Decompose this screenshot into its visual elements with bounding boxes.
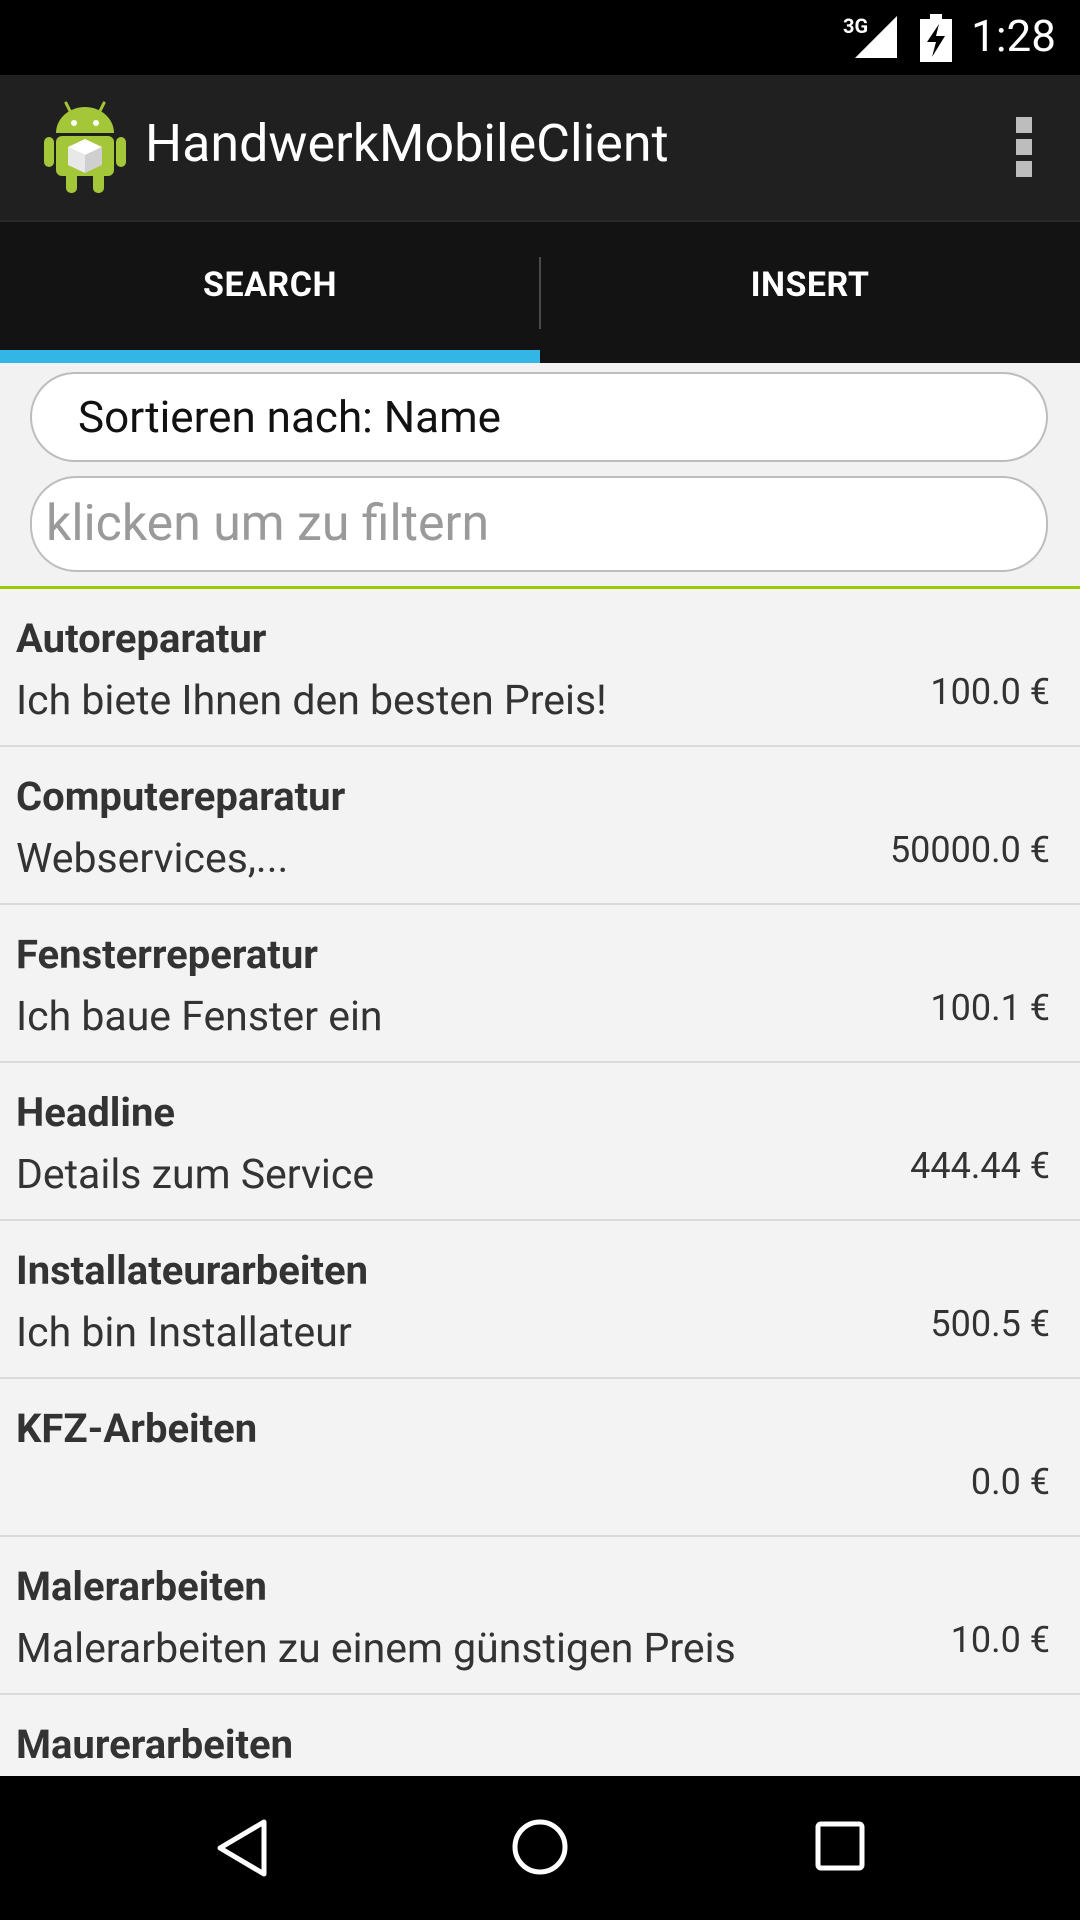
item-price: 50000.0 € [889,829,1050,871]
item-title: Fensterreperatur [16,931,318,978]
filter-input[interactable]: klicken um zu filtern [30,476,1048,572]
clock: 1:28 [971,10,1056,62]
item-price: 500.5 € [930,1303,1050,1345]
app-title: HandwerkMobileClient [145,113,669,174]
list-item[interactable]: Headline Details zum Service 444.44 € [0,1063,1080,1221]
item-price: 100.0 € [930,671,1050,713]
home-icon[interactable] [511,1818,569,1876]
item-price: 100.1 € [930,987,1050,1029]
item-title: Maurerarbeiten [16,1721,294,1768]
android-app-icon[interactable] [44,99,126,195]
list-item[interactable]: KFZ-Arbeiten 0.0 € [0,1379,1080,1537]
list-item[interactable]: Fensterreperatur Ich baue Fenster ein 10… [0,905,1080,1063]
tab-bar: SEARCH INSERT [0,220,1080,365]
tab-search-label: SEARCH [203,264,337,305]
item-title: Computereparatur [16,773,346,820]
item-description: Ich baue Fenster ein [16,993,383,1041]
list-item[interactable]: Computereparatur Webservices,... 50000.0… [0,747,1080,905]
sort-spinner[interactable]: Sortieren nach: Name [30,372,1048,462]
item-price: 444.44 € [910,1145,1050,1187]
item-title: Headline [16,1089,175,1136]
tab-insert[interactable]: INSERT [540,222,1080,365]
list-item[interactable]: Malerarbeiten Malerarbeiten zu einem gün… [0,1537,1080,1695]
filter-area: Sortieren nach: Name klicken um zu filte… [0,363,1080,588]
list-item[interactable]: Maurerarbeiten [0,1695,1080,1776]
back-icon[interactable] [214,1818,270,1878]
sort-label: Sortieren nach: Name [78,391,501,443]
signal-icon [855,16,897,58]
item-title: KFZ-Arbeiten [16,1405,258,1452]
item-description: Malerarbeiten zu einem günstigen Preis [16,1625,736,1673]
item-title: Installateurarbeiten [16,1247,369,1294]
tab-search[interactable]: SEARCH [0,222,540,365]
filter-placeholder: klicken um zu filtern [46,495,490,553]
battery-charging-icon [920,14,952,62]
overflow-menu-icon[interactable] [1012,115,1036,179]
list-item[interactable]: Autoreparatur Ich biete Ihnen den besten… [0,589,1080,747]
recents-icon[interactable] [814,1820,866,1872]
item-description: Details zum Service [16,1151,375,1199]
item-title: Malerarbeiten [16,1563,267,1610]
item-description: Webservices,... [16,835,289,883]
navigation-bar [0,1776,1080,1920]
item-description: Ich biete Ihnen den besten Preis! [16,677,607,725]
item-description: Ich bin Installateur [16,1309,352,1357]
action-bar: HandwerkMobileClient [0,75,1080,220]
item-title: Autoreparatur [16,615,267,662]
item-price: 0.0 € [970,1461,1050,1503]
list-item[interactable]: Installateurarbeiten Ich bin Installateu… [0,1221,1080,1379]
item-price: 10.0 € [950,1619,1050,1661]
service-list: Autoreparatur Ich biete Ihnen den besten… [0,589,1080,1776]
status-bar: 3G 1:28 [0,0,1080,75]
tab-insert-label: INSERT [750,264,870,305]
